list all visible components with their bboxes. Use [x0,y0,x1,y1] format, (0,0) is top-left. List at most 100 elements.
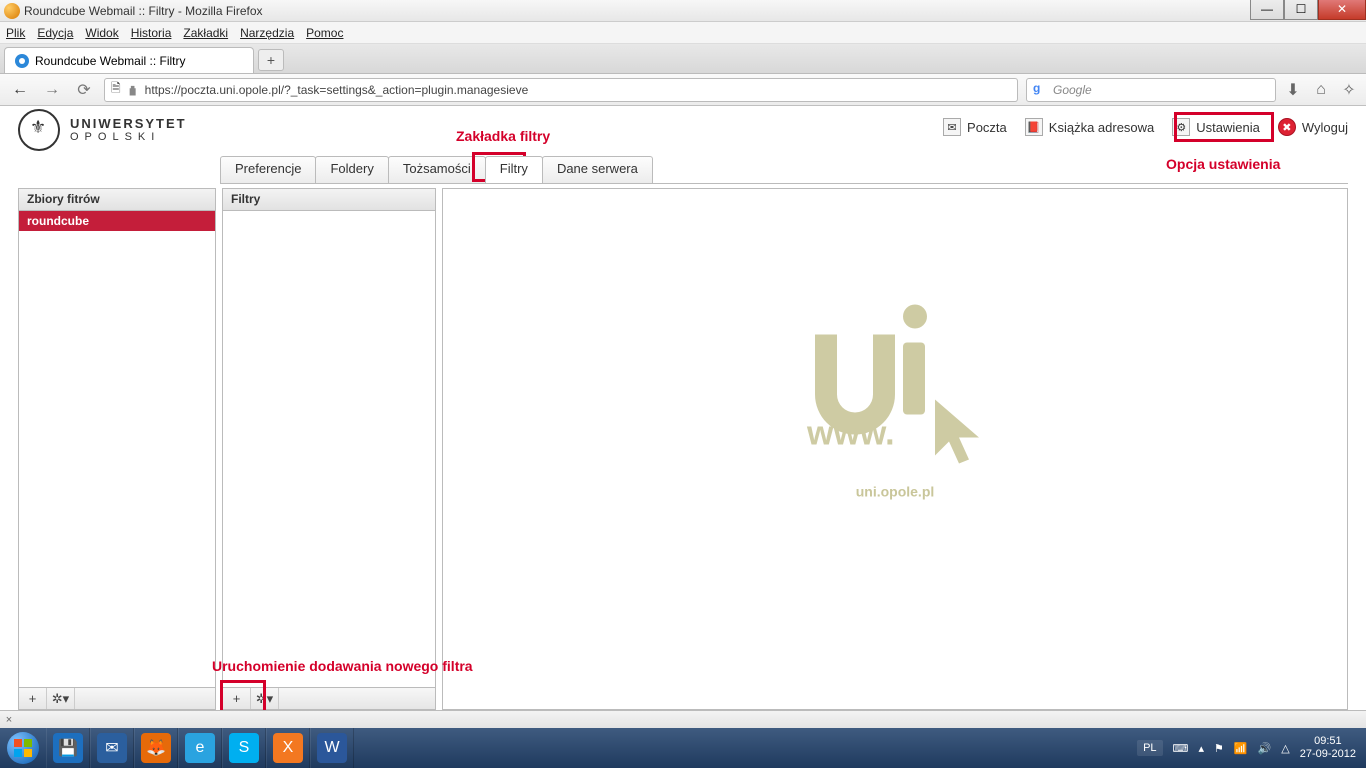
addon-bar-close[interactable]: × [0,711,18,729]
new-tab-button[interactable]: + [258,49,284,71]
menu-view[interactable]: Widok [85,26,118,40]
link-logout[interactable]: ✖ Wyloguj [1278,118,1348,136]
taskbar-pinned: 💾 ✉ 🦊 e S X W [46,728,354,768]
page-content: UNIWERSYTET OPOLSKI ✉ Poczta 📕 Książka a… [0,106,1366,728]
add-filter-button[interactable]: + [223,688,251,709]
url-text: https://poczta.uni.opole.pl/?_task=setti… [145,83,529,97]
clock-time: 09:51 [1300,735,1356,748]
link-mail[interactable]: ✉ Poczta [943,118,1007,136]
panel-sets-header: Zbiory fitrów [19,189,215,211]
windows-taskbar: 💾 ✉ 🦊 e S X W PL ⌨ ▴ ⚑ 📶 🔊 △ 09:51 27-09… [0,728,1366,768]
panel-filters-header: Filtry [223,189,435,211]
panel-filter-sets: Zbiory fitrów roundcube + ✲▾ [18,188,216,710]
settings-icon: ⚙ [1172,118,1190,136]
window-titlebar: Roundcube Webmail :: Filtry - Mozilla Fi… [0,0,1366,22]
volume-icon[interactable]: 🔊 [1258,742,1272,755]
toolbar-right-icons: ⬇ ⌂ ✧ [1284,81,1358,99]
menu-file[interactable]: Plik [6,26,25,40]
menu-edit[interactable]: Edycja [37,26,73,40]
minimize-button[interactable]: — [1250,0,1284,20]
browser-tab-title: Roundcube Webmail :: Filtry [35,54,186,68]
search-placeholder: Google [1053,83,1092,97]
top-links: ✉ Poczta 📕 Książka adresowa ⚙ Ustawienia… [943,118,1348,136]
taskbar-clock[interactable]: 09:51 27-09-2012 [1300,735,1356,761]
logo-line1: UNIWERSYTET [70,117,187,131]
panel-sets-body: roundcube [19,211,215,687]
panel-content: www. uni.opole.pl [442,188,1348,710]
tray-arrow-icon[interactable]: ▴ [1198,742,1204,755]
menu-history[interactable]: Historia [131,26,172,40]
seal-icon [18,109,60,151]
browser-menubar: Plik Edycja Widok Historia Zakładki Narz… [0,22,1366,44]
link-settings[interactable]: ⚙ Ustawienia [1172,118,1260,136]
system-tray: PL ⌨ ▴ ⚑ 📶 🔊 △ 09:51 27-09-2012 [1127,735,1366,761]
browser-tab-active[interactable]: Roundcube Webmail :: Filtry [4,47,254,73]
taskbar-ie[interactable]: e [178,728,222,768]
menu-bookmarks[interactable]: Zakładki [183,26,228,40]
taskbar-thunderbird[interactable]: ✉ [90,728,134,768]
filter-set-gear-button[interactable]: ✲▾ [47,688,75,709]
panel-filters: Filtry + ✲▾ [222,188,436,710]
filter-gear-button[interactable]: ✲▾ [251,688,279,709]
link-addressbook-label: Książka adresowa [1049,120,1155,135]
lang-indicator[interactable]: PL [1137,740,1162,756]
taskbar-skype[interactable]: S [222,728,266,768]
identity-icon: 🗎 [111,79,121,100]
menu-tools[interactable]: Narzędzia [240,26,294,40]
filter-set-item[interactable]: roundcube [19,211,215,231]
link-addressbook[interactable]: 📕 Książka adresowa [1025,118,1155,136]
forward-button[interactable]: → [40,78,64,102]
back-button[interactable]: ← [8,78,32,102]
search-bar[interactable]: Google [1026,78,1276,102]
panel-sets-footer: + ✲▾ [19,687,215,709]
panel-filters-body [223,211,435,687]
favicon-icon [15,54,29,68]
addressbook-icon: 📕 [1025,118,1043,136]
taskbar-xampp[interactable]: X [266,728,310,768]
link-mail-label: Poczta [967,120,1007,135]
mail-icon: ✉ [943,118,961,136]
panel-filters-footer: + ✲▾ [223,687,435,709]
university-logo: UNIWERSYTET OPOLSKI [18,109,187,151]
url-bar[interactable]: 🗎 https://poczta.uni.opole.pl/?_task=set… [104,78,1018,102]
svg-text:www.: www. [806,415,895,453]
settings-body: Zbiory fitrów roundcube + ✲▾ Filtry + ✲▾ [18,188,1348,710]
flag-icon[interactable]: ⚑ [1214,742,1224,755]
tab-foldery[interactable]: Foldery [315,156,388,183]
taskbar-explorer[interactable]: 💾 [46,728,90,768]
close-button[interactable]: ✕ [1318,0,1366,20]
logo-line2: OPOLSKI [70,131,187,143]
google-icon [1033,83,1047,97]
start-button[interactable] [0,728,46,768]
addon-icon[interactable]: ✧ [1340,81,1358,99]
tab-preferencje[interactable]: Preferencje [220,156,316,183]
keyboard-icon[interactable]: ⌨ [1173,742,1189,755]
cloud-icon[interactable]: △ [1281,742,1289,755]
taskbar-word[interactable]: W [310,728,354,768]
watermark: www. uni.opole.pl [785,295,1005,500]
window-controls: — ☐ ✕ [1250,0,1366,20]
link-logout-label: Wyloguj [1302,120,1348,135]
lock-icon [127,84,139,96]
downloads-icon[interactable]: ⬇ [1284,81,1302,99]
watermark-url: uni.opole.pl [785,484,1005,500]
maximize-button[interactable]: ☐ [1284,0,1318,20]
tab-filtry[interactable]: Filtry [485,156,543,183]
firefox-icon [4,3,20,19]
addon-bar: × [0,710,1366,728]
link-settings-label: Ustawienia [1196,120,1260,135]
roundcube-header: UNIWERSYTET OPOLSKI ✉ Poczta 📕 Książka a… [0,106,1366,154]
settings-tabs: Preferencje Foldery Tożsamości Filtry Da… [220,156,1348,184]
menu-help[interactable]: Pomoc [306,26,343,40]
window-title: Roundcube Webmail :: Filtry - Mozilla Fi… [24,4,263,18]
tab-dane-serwera[interactable]: Dane serwera [542,156,653,183]
browser-tabstrip: Roundcube Webmail :: Filtry + [0,44,1366,74]
network-icon[interactable]: 📶 [1234,742,1248,755]
add-filter-set-button[interactable]: + [19,688,47,709]
tab-tozsamosci[interactable]: Tożsamości [388,156,486,183]
home-icon[interactable]: ⌂ [1312,81,1330,99]
clock-date: 27-09-2012 [1300,748,1356,761]
taskbar-firefox[interactable]: 🦊 [134,728,178,768]
browser-nav-toolbar: ← → ⟳ 🗎 https://poczta.uni.opole.pl/?_ta… [0,74,1366,106]
reload-button[interactable]: ⟳ [72,78,96,102]
